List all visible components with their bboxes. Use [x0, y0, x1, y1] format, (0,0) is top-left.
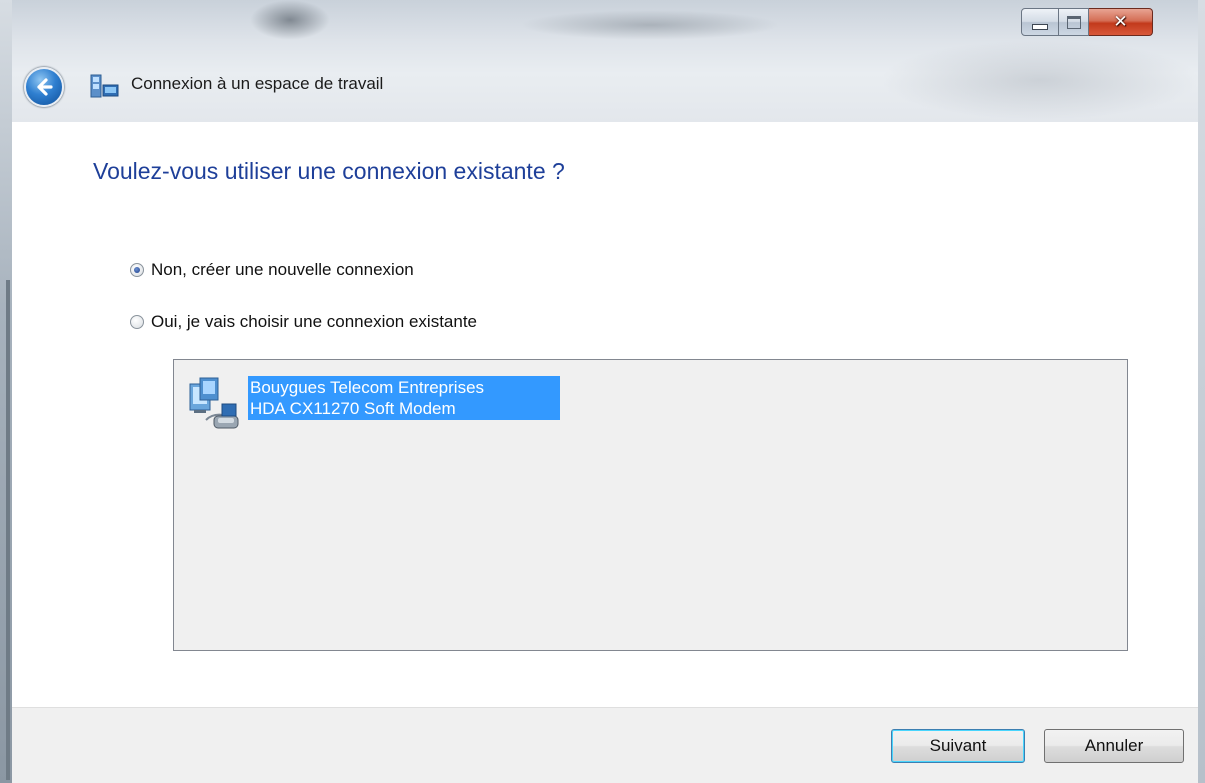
option-new-connection-label: Non, créer une nouvelle connexion: [151, 260, 414, 279]
list-item[interactable]: Bouygues Telecom Entreprises HDA CX11270…: [184, 376, 560, 434]
content-area: Voulez-vous utiliser une connexion exist…: [12, 122, 1198, 707]
radio-existing-connection[interactable]: [130, 315, 144, 329]
close-icon: ✕: [1113, 12, 1128, 32]
dialup-network-icon: [189, 377, 239, 429]
page-heading: Voulez-vous utiliser une connexion exist…: [93, 158, 565, 184]
connection-list[interactable]: Bouygues Telecom Entreprises HDA CX11270…: [173, 359, 1128, 651]
workplace-connection-icon: [90, 74, 119, 98]
connection-entry-text[interactable]: Bouygues Telecom Entreprises HDA CX11270…: [248, 376, 560, 420]
radio-new-connection[interactable]: [130, 263, 144, 277]
minimize-icon: [1032, 24, 1048, 30]
connection-name: Bouygues Telecom Entreprises: [250, 378, 485, 397]
option-new-connection[interactable]: Non, créer une nouvelle connexion: [130, 260, 414, 280]
window-title: Connexion à un espace de travail: [131, 74, 384, 93]
back-button[interactable]: [24, 67, 64, 107]
option-existing-connection[interactable]: Oui, je vais choisir une connexion exist…: [130, 312, 477, 332]
caption-buttons: ✕: [1021, 8, 1153, 36]
cancel-button[interactable]: Annuler: [1044, 729, 1184, 763]
wizard-window: ✕ Connexion à un espace de travail Voule…: [0, 0, 1205, 783]
window-frame-right: [1198, 0, 1205, 783]
back-arrow-icon: [37, 78, 53, 96]
button-bar: Suivant Annuler: [12, 707, 1198, 783]
maximize-icon: [1066, 15, 1081, 29]
maximize-button[interactable]: [1059, 8, 1089, 36]
window-frame-left: [0, 0, 12, 783]
close-button[interactable]: ✕: [1089, 8, 1153, 36]
next-button[interactable]: Suivant: [891, 729, 1025, 763]
option-existing-connection-label: Oui, je vais choisir une connexion exist…: [151, 312, 478, 331]
connection-device: HDA CX11270 Soft Modem: [250, 399, 456, 418]
minimize-button[interactable]: [1021, 8, 1059, 36]
